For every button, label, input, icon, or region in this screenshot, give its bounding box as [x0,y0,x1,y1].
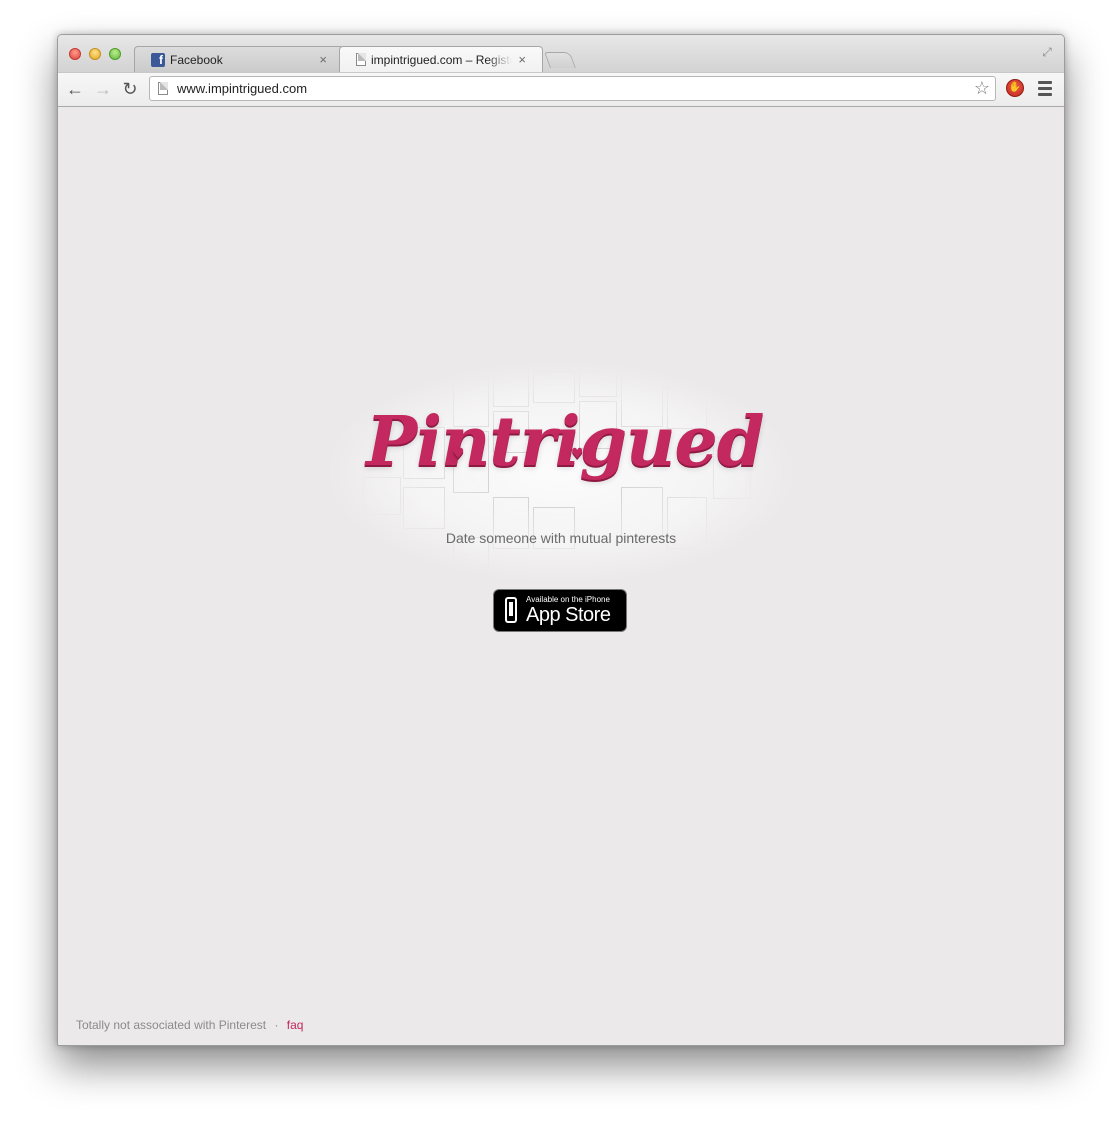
address-bar[interactable]: www.impintrigued.com ☆ [149,76,996,101]
faq-link[interactable]: faq [287,1018,304,1032]
browser-window: f Facebook × impintrigued.com – Register… [57,34,1065,1046]
logo-text: Pintrigued [366,402,764,482]
bookmark-star-icon[interactable]: ☆ [974,79,990,98]
tab-facebook[interactable]: f Facebook × [134,46,344,72]
footer: Totally not associated with Pinterest · … [76,1018,303,1032]
tagline: Date someone with mutual pinterests [445,530,677,546]
facebook-icon: f [151,52,165,67]
tab-title: Facebook [170,52,223,67]
maximize-window-button[interactable] [109,48,121,60]
reload-icon[interactable]: ↻ [119,78,141,100]
page-icon [356,53,366,66]
tab-title: impintrigued.com – Register [371,52,513,67]
close-icon[interactable]: × [518,52,526,67]
forward-arrow-icon[interactable]: → [92,78,114,100]
back-arrow-icon[interactable]: ← [64,78,86,100]
footer-separator: · [274,1018,279,1032]
app-store-badge[interactable]: Available on the iPhone App Store [493,589,627,632]
app-store-small-label: Available on the iPhone [526,595,610,604]
close-window-button[interactable] [69,48,81,60]
url-text[interactable]: www.impintrigued.com [177,81,307,96]
fullscreen-icon[interactable]: ⤢ [1040,45,1054,59]
app-store-label: App Store [526,604,611,626]
tab-impintrigued[interactable]: impintrigued.com – Register × [339,46,543,72]
browser-toolbar: ← → ↻ www.impintrigued.com ☆ ✋ [58,72,1064,107]
close-icon[interactable]: × [319,52,327,67]
tab-strip: f Facebook × impintrigued.com – Register… [58,35,1064,72]
menu-icon[interactable] [1038,81,1052,99]
heart-icon: ♥ [571,446,584,462]
heart-icon: ♥ [452,446,465,462]
iphone-icon [505,597,517,623]
footer-disclaimer: Totally not associated with Pinterest [76,1018,267,1032]
pintrigued-logo: Pintrigued ♥ ♥ [366,397,764,487]
page-icon [158,82,168,95]
minimize-window-button[interactable] [89,48,101,60]
new-tab-button[interactable] [544,52,576,68]
adblock-extension-icon[interactable]: ✋ [1006,79,1024,97]
page-content: Pintrigued ♥ ♥ Date someone with mutual … [58,107,1064,1045]
